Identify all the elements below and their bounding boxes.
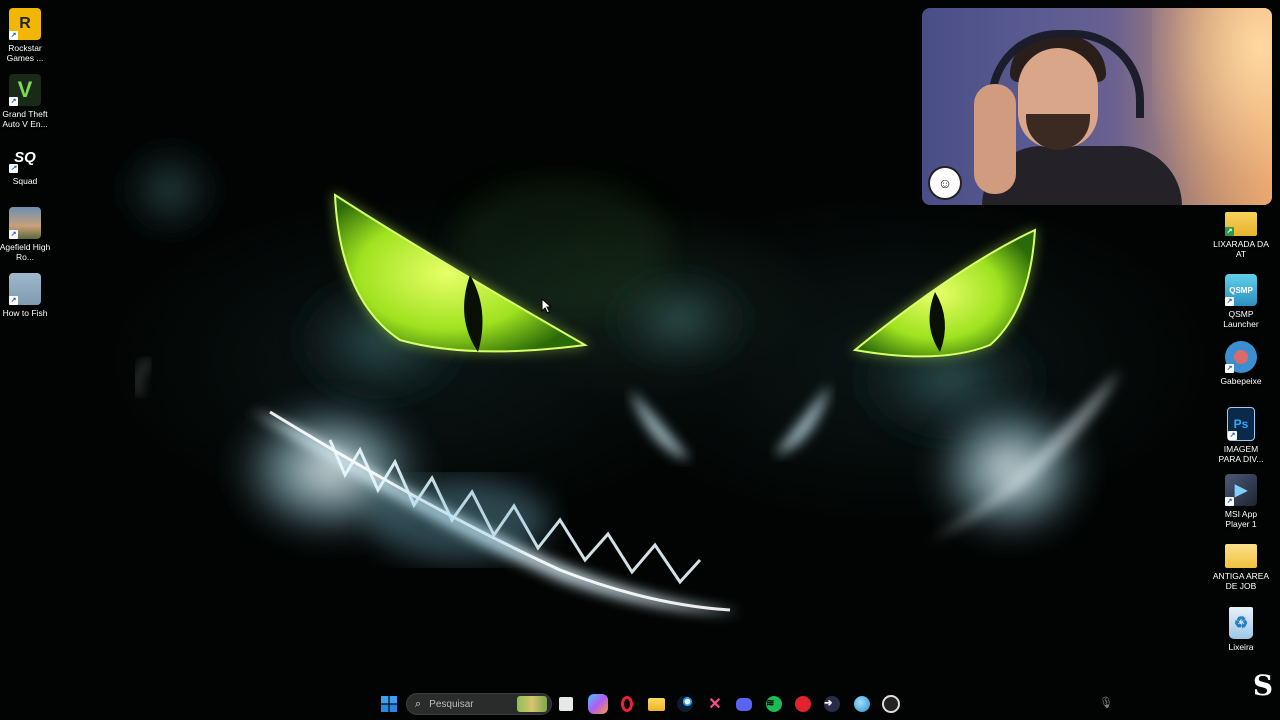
desktop-icon-gabepeixe[interactable]: ↗ Gabepeixe	[1215, 341, 1267, 386]
streamer-watermark-icon: S	[1252, 669, 1274, 702]
desktop-icon-label: Agefield High Ro...	[0, 242, 51, 262]
desktop-icon-lixeira[interactable]: ♻ Lixeira	[1215, 607, 1267, 652]
copilot-button[interactable]	[588, 694, 608, 714]
taskbar: ⌕ ✕ ≋ ➜	[0, 688, 1280, 720]
obs-button[interactable]	[881, 694, 901, 714]
desktop-icon-label: Lixeira	[1228, 642, 1254, 652]
squad-icon: SQ ↗	[9, 148, 36, 173]
desktop-icon-imagem-para-div[interactable]: Ps ↗ IMAGEM PARA DIV...	[1215, 407, 1267, 464]
search-highlight-image	[517, 696, 548, 712]
desktop-icon-label: LIXARADA DA AT	[1213, 239, 1269, 259]
desktop-icon-label: Gabepeixe	[1220, 376, 1262, 386]
desktop-icon-antiga-area-de-job[interactable]: ANTIGA AREA DE JOB	[1212, 540, 1270, 591]
photoshop-file-icon: Ps ↗	[1227, 407, 1255, 441]
desktop-icon-msi-app-player[interactable]: ▶ ↗ MSI App Player 1	[1215, 474, 1267, 529]
desktop-icon-label: How to Fish	[2, 308, 48, 318]
gabepeixe-icon: ↗	[1225, 341, 1257, 373]
folder-icon	[1225, 544, 1257, 568]
desktop-icon-squad[interactable]: SQ ↗ Squad	[0, 141, 51, 186]
capcut-button[interactable]: ✕	[705, 694, 725, 714]
globe-app-button[interactable]	[852, 694, 872, 714]
mouse-cursor-icon	[541, 298, 553, 314]
desktop: R ↗ Rockstar Games ... V ↗ Grand Theft Aut…	[0, 0, 1280, 720]
folder-icon: ↗	[1225, 212, 1257, 236]
steam-button[interactable]	[675, 694, 695, 714]
search-icon: ⌕	[415, 697, 422, 710]
desktop-icon-lixarada-da-at[interactable]: ↗ LIXARADA DA AT	[1213, 208, 1269, 259]
msi-app-player-icon: ▶ ↗	[1225, 474, 1257, 506]
desktop-icon-gta-v[interactable]: V ↗ Grand Theft Auto V En...	[0, 74, 51, 129]
task-view-button[interactable]	[559, 697, 573, 711]
opera-gx-button[interactable]	[617, 694, 637, 714]
microphone-icon[interactable]: 🎙	[1099, 696, 1113, 712]
obs-icon	[882, 695, 900, 713]
desktop-icon-label: Squad	[12, 176, 38, 186]
windows-icon	[381, 696, 397, 712]
file-explorer-button[interactable]	[646, 694, 666, 714]
steam-icon	[677, 696, 693, 712]
discord-button[interactable]	[734, 694, 754, 714]
search-input[interactable]	[427, 697, 514, 711]
opera-gx-icon	[621, 696, 633, 712]
how-to-fish-icon: ↗	[9, 273, 41, 305]
desktop-icon-rockstar-games[interactable]: R ↗ Rockstar Games ...	[0, 8, 51, 63]
globe-icon	[854, 696, 870, 712]
desktop-icon-label: IMAGEM PARA DIV...	[1218, 444, 1264, 464]
qsmp-launcher-icon: QSMP ↗	[1225, 274, 1257, 306]
desktop-icon-agefield[interactable]: ↗ Agefield High Ro...	[0, 207, 51, 262]
desktop-icon-label: QSMP Launcher	[1223, 309, 1259, 329]
rockstar-games-icon: R ↗	[9, 8, 41, 40]
taskbar-search-box[interactable]: ⌕	[406, 693, 552, 715]
gta-v-icon: V ↗	[9, 74, 41, 106]
webcam-overlay	[922, 8, 1272, 205]
folder-icon	[647, 697, 665, 711]
red-app-icon	[795, 696, 811, 712]
agefield-icon: ↗	[9, 207, 41, 239]
desktop-icon-label: MSI App Player 1	[1224, 509, 1258, 529]
capcut-icon: ✕	[708, 696, 722, 713]
arrow-app-icon: ➜	[824, 696, 840, 712]
desktop-icon-label: Grand Theft Auto V En...	[2, 109, 48, 129]
arrow-app-button[interactable]: ➜	[822, 694, 842, 714]
discord-icon	[736, 697, 752, 711]
start-button[interactable]	[379, 694, 399, 714]
spotify-button[interactable]: ≋	[764, 694, 784, 714]
desktop-icon-label: ANTIGA AREA DE JOB	[1212, 571, 1270, 591]
desktop-icon-label: Rockstar Games ...	[6, 43, 44, 63]
desktop-icon-how-to-fish[interactable]: ↗ How to Fish	[0, 273, 51, 318]
desktop-icon-qsmp-launcher[interactable]: QSMP ↗ QSMP Launcher	[1215, 274, 1267, 329]
spotify-icon: ≋	[766, 696, 782, 712]
red-app-button[interactable]	[793, 694, 813, 714]
streamer-logo-icon: ☺	[928, 166, 962, 200]
recycle-bin-icon: ♻	[1229, 607, 1253, 639]
